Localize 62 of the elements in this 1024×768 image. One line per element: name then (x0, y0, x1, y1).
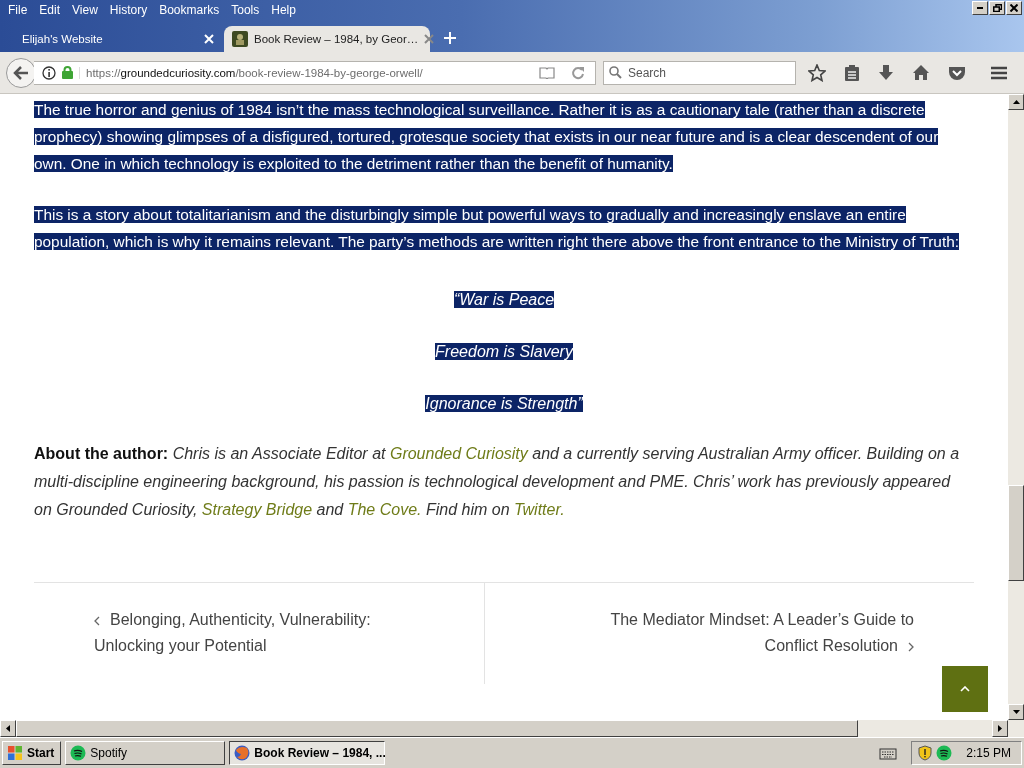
keyboard-icon[interactable] (879, 746, 898, 760)
back-button[interactable] (6, 57, 36, 88)
menu-item[interactable]: File (2, 3, 34, 17)
reload-icon[interactable] (571, 65, 585, 80)
scroll-left-button[interactable] (0, 720, 16, 737)
menu-item[interactable]: Tools (225, 3, 266, 17)
chevron-left-icon (94, 615, 100, 626)
menu-item[interactable]: Edit (33, 3, 67, 17)
back-arrow-icon (13, 65, 29, 80)
up-arrow-icon (1012, 100, 1020, 104)
close-icon[interactable] (424, 34, 435, 44)
menu-item[interactable]: Help (265, 3, 302, 17)
taskbar-button[interactable]: Spotify (65, 741, 226, 765)
restore-button[interactable] (989, 1, 1005, 15)
spotify-icon[interactable] (936, 745, 953, 761)
chevron-up-icon (960, 686, 970, 692)
link[interactable]: The Cove. (347, 501, 422, 518)
taskbar-button[interactable]: Book Review – 1984, ... (229, 741, 386, 765)
shield-icon[interactable] (918, 745, 933, 761)
pocket-icon[interactable] (948, 64, 966, 81)
windows-flag-icon (7, 745, 23, 761)
browser-globe-icon (234, 745, 251, 761)
menu-item[interactable]: Bookmarks (153, 3, 226, 17)
paragraph: The true horror and genius of 1984 isn’t the mass technological surveillance. Rather it is as a cautionary tale (rather than a discrete prophecy) showing glimpses of a disfigured, tortured, grotesque society that exists in our near future and is a clear descendent of our own. One in which technology is exploited to the detriment rather than the benefit of humanity. (34, 100, 940, 174)
clock: 2:15 PM (966, 746, 1011, 760)
scrollbar-thumb[interactable] (16, 720, 858, 737)
start-button[interactable]: Start (2, 741, 62, 765)
new-tab-icon[interactable] (444, 32, 456, 44)
star-icon[interactable] (808, 63, 826, 82)
scrollbar-thumb[interactable] (1008, 485, 1024, 581)
previous-post-link[interactable]: Belonging, Authenticity, Vulnerability: Unlocking your Potential (94, 607, 424, 659)
home-icon[interactable] (912, 64, 930, 81)
close-button[interactable] (1006, 1, 1022, 15)
browser-tab[interactable]: Elijah's Website (8, 26, 224, 52)
right-arrow-icon (998, 725, 1002, 732)
spotify-icon (70, 745, 87, 761)
search-icon (609, 65, 622, 79)
link[interactable]: Twitter. (513, 501, 565, 518)
paragraph: This is a story about totalitarianism and the disturbingly simple but powerful ways to gradually and increasingly enslave an entire population, which is why it remains relevant. The party’s methods are written right there above the front entrance to the Ministry of Truth: (34, 205, 961, 252)
favicon-icon (232, 31, 248, 47)
menu-item[interactable]: View (66, 3, 104, 17)
restore-icon (992, 4, 1002, 12)
search-field[interactable]: Search (603, 60, 796, 85)
minimize-button[interactable] (972, 1, 988, 15)
author-bio: About the author: Chris is an Associate Editor at Grounded Curiosity and a currently serving Australian Army officer. Building on a multi-discipline engineering background, his passion is technological development and PME. Chris’ work has previously appeared on Grounded Curiosity, Strategy Bridge and The Cove. Find him on Twitter. (34, 444, 961, 520)
minimize-icon (977, 7, 983, 9)
download-icon[interactable] (878, 63, 894, 82)
left-arrow-icon (6, 725, 10, 732)
link[interactable]: Grounded Curiosity (389, 445, 528, 462)
link[interactable]: Strategy Bridge (201, 501, 313, 518)
chevron-right-icon (908, 641, 914, 652)
menu-icon[interactable] (990, 65, 1008, 80)
info-icon (42, 65, 56, 80)
reader-view-icon[interactable] (539, 66, 555, 79)
next-post-link[interactable]: The Mediator Mindset: A Leader’s Guide to Conflict Resolution (584, 607, 914, 659)
down-arrow-icon (1012, 710, 1020, 714)
scroll-right-button[interactable] (992, 720, 1008, 737)
close-icon (1010, 4, 1018, 12)
menu-item[interactable]: History (103, 3, 154, 17)
url-field[interactable]: https://groundedcuriosity.com/book-review-1984-by-george-orwell/ (34, 60, 596, 85)
lock-icon (62, 66, 73, 79)
clipboard-list-icon[interactable] (844, 63, 860, 82)
